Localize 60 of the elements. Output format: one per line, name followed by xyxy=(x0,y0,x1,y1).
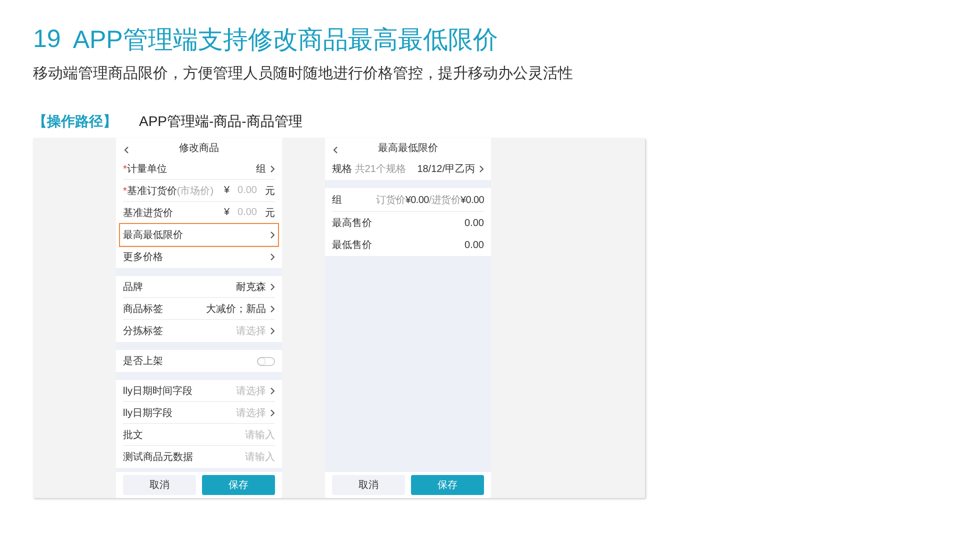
field-label: 商品标签 xyxy=(123,302,164,316)
price-summary: 订货价¥0.00/进货价¥0.00 xyxy=(376,194,484,206)
field-label: 规格 xyxy=(332,164,352,175)
field-label: *计量单位 xyxy=(123,162,168,176)
field-label: 最高售价 xyxy=(332,216,373,230)
chevron-right-icon xyxy=(270,386,275,394)
input-field[interactable]: 请输入 xyxy=(245,450,275,464)
back-icon[interactable] xyxy=(124,146,129,154)
field-label: 分拣标签 xyxy=(123,324,164,338)
field-label: 更多价格 xyxy=(123,250,164,264)
cancel-button[interactable]: 取消 xyxy=(332,475,405,495)
price-input[interactable]: 0.00 xyxy=(238,207,257,218)
price-input[interactable]: 0.00 xyxy=(238,185,257,196)
select-field[interactable]: 请选择 xyxy=(236,384,266,398)
field-label: lly日期时间字段 xyxy=(123,384,194,398)
chevron-right-icon xyxy=(270,327,275,335)
save-button[interactable]: 保存 xyxy=(411,475,484,495)
slide-subtitle: 移动端管理商品限价，方便管理人员随时随地进行价格管控，提升移动办公灵活性 xyxy=(33,64,574,84)
toggle-switch[interactable] xyxy=(257,356,275,366)
field-value: 组 xyxy=(256,162,266,176)
screen-title: 修改商品 xyxy=(179,142,219,155)
chevron-right-icon xyxy=(270,304,275,312)
path-label: 【操作路径】 xyxy=(33,113,117,131)
field-label: *基准订货价(市场价) xyxy=(123,184,215,198)
group-name: 组 xyxy=(332,194,343,206)
field-value: 0.00 xyxy=(464,240,484,250)
slide-number: 19 xyxy=(33,24,61,54)
slide-title: APP管理端支持修改商品最高最低限价 xyxy=(72,24,498,56)
unit-label: 元 xyxy=(265,184,275,198)
back-icon[interactable] xyxy=(333,146,338,154)
path-value: APP管理端-商品-商品管理 xyxy=(139,113,302,131)
select-field[interactable]: 请选择 xyxy=(236,324,266,338)
field-value: 18/12/甲乙丙 xyxy=(417,163,475,176)
field-label: 最低售价 xyxy=(332,239,373,252)
unit-label: 元 xyxy=(265,206,275,220)
chevron-right-icon xyxy=(270,408,275,416)
input-field[interactable]: 请输入 xyxy=(245,428,275,442)
screen-title: 最高最低限价 xyxy=(378,142,438,155)
cancel-button[interactable]: 取消 xyxy=(123,475,196,495)
currency-sign: ¥ xyxy=(224,185,230,196)
chevron-right-icon xyxy=(479,165,484,173)
chevron-right-icon xyxy=(270,164,275,172)
field-value: 耐克森 xyxy=(236,280,266,294)
field-label: 批文 xyxy=(123,428,144,442)
field-label: 品牌 xyxy=(123,280,144,294)
field-label: 最高最低限价 xyxy=(123,228,184,242)
field-value: 大减价；新品 xyxy=(206,302,266,316)
field-label: lly日期字段 xyxy=(123,406,174,420)
field-label: 基准进货价 xyxy=(123,206,174,220)
chevron-right-icon xyxy=(270,282,275,290)
save-button[interactable]: 保存 xyxy=(202,475,275,495)
chevron-right-icon xyxy=(270,230,275,238)
field-label: 测试商品元数据 xyxy=(123,450,194,464)
spec-count: 共21个规格 xyxy=(354,164,406,175)
currency-sign: ¥ xyxy=(224,207,230,218)
chevron-right-icon xyxy=(270,253,275,261)
select-field[interactable]: 请选择 xyxy=(236,406,266,420)
field-label: 是否上架 xyxy=(123,354,164,368)
field-value: 0.00 xyxy=(464,218,484,228)
highlight-frame[interactable]: 最高最低限价 xyxy=(120,224,278,246)
